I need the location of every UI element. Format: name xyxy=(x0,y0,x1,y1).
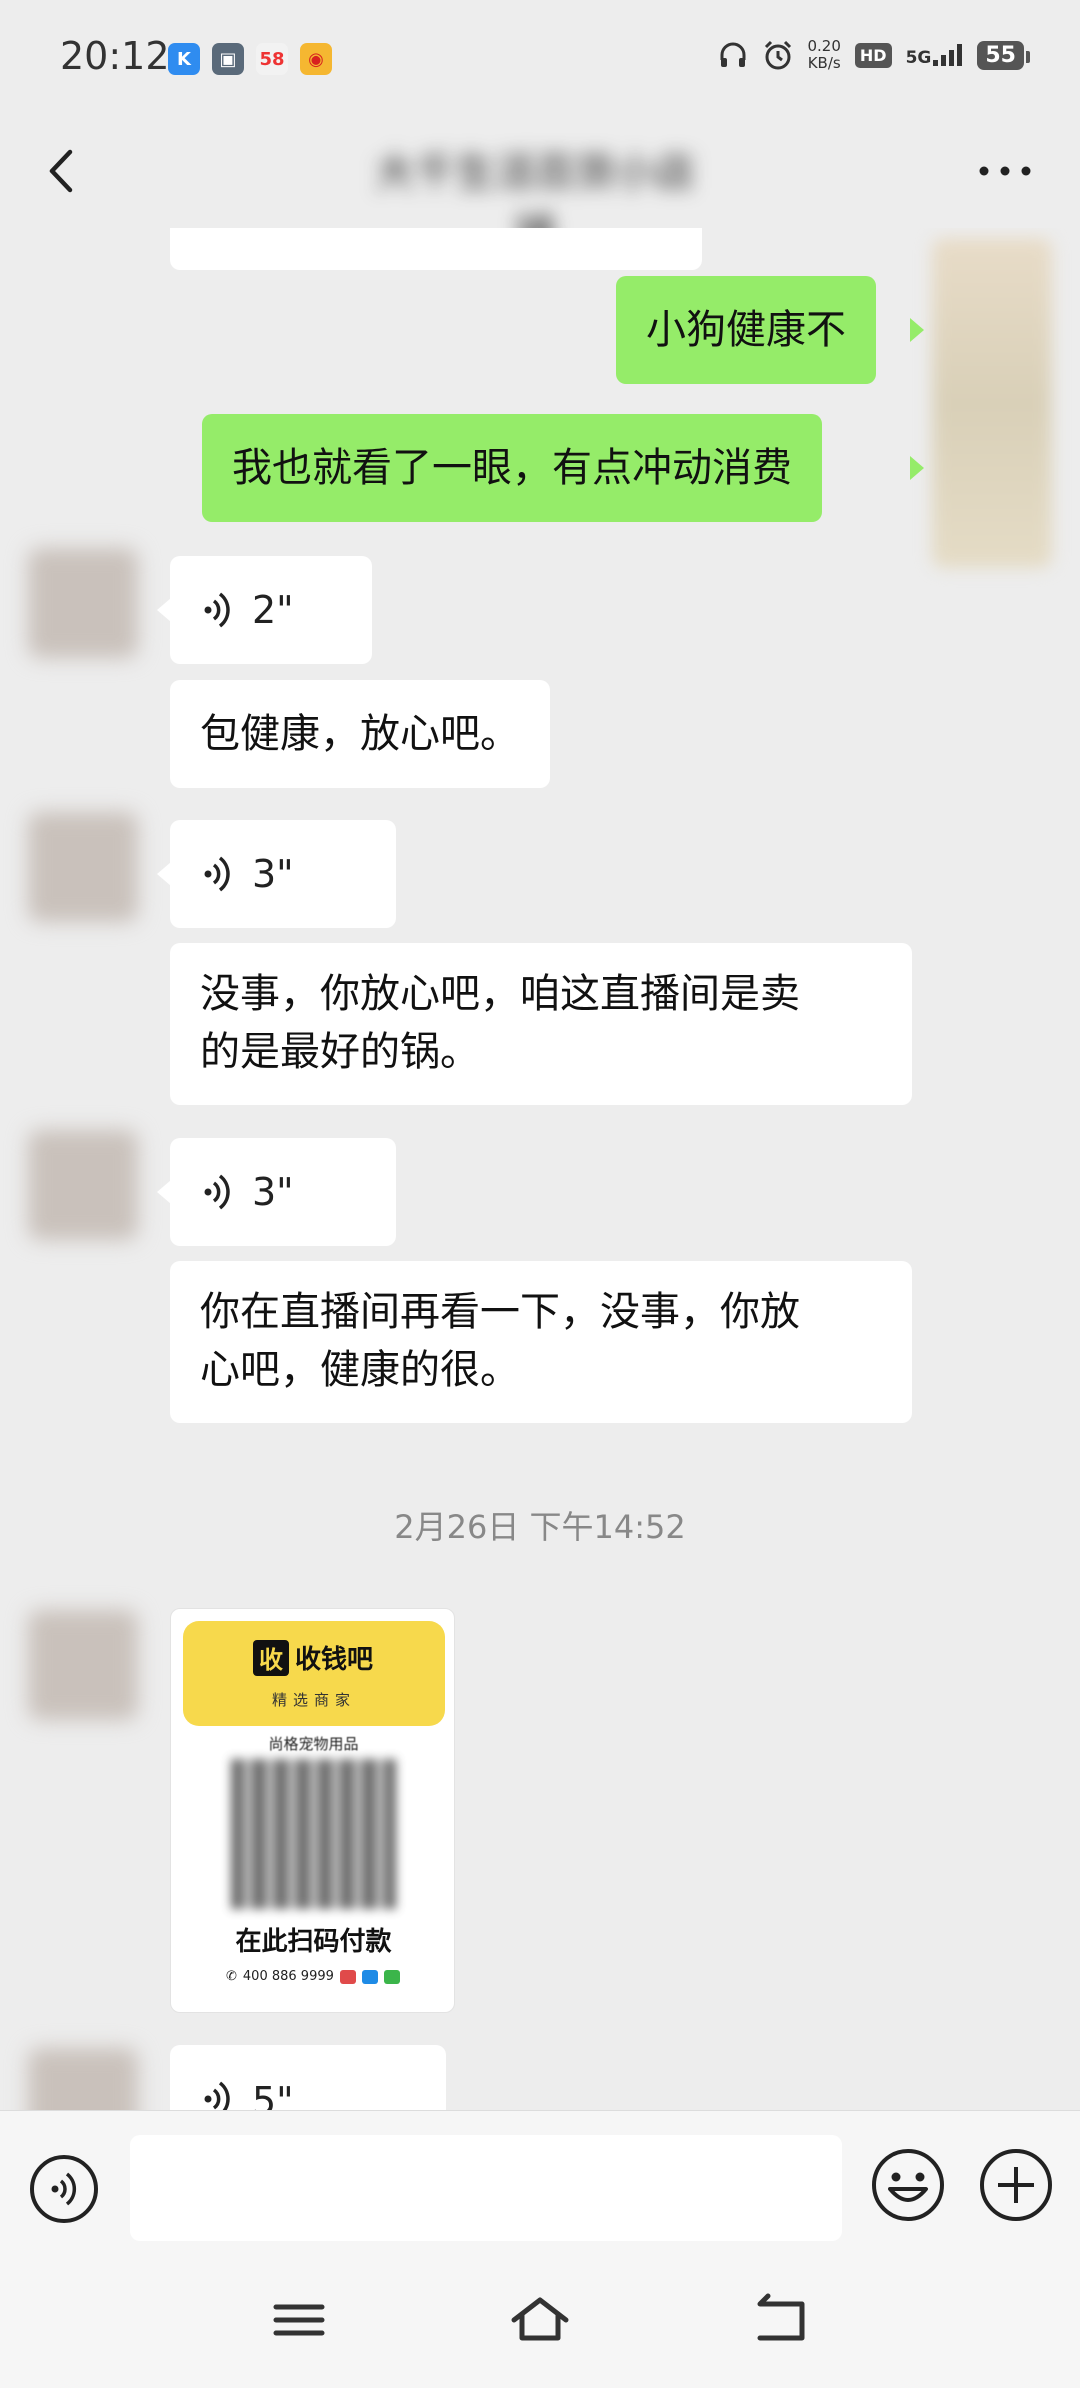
battery-indicator: 55 xyxy=(977,40,1030,70)
message-text-line: 没事，你放心吧，咱这直播间是卖 xyxy=(200,971,800,1017)
message-text: 我也就看了一眼，有点冲动消费 xyxy=(232,445,792,491)
menu-icon[interactable] xyxy=(264,2290,334,2350)
wechat-pay-icon xyxy=(383,1969,400,1984)
notification-icons: K ▣ 58 ◉ xyxy=(168,43,332,75)
voice-wave-icon xyxy=(204,856,230,892)
contact-avatar[interactable] xyxy=(28,1130,138,1240)
contact-avatar[interactable] xyxy=(28,2048,138,2110)
scan-to-pay-label: 在此扫码付款 xyxy=(235,1927,392,1957)
shouqianba-logo: 收 收钱吧 xyxy=(253,1639,373,1676)
voice-duration: 2" xyxy=(252,588,294,632)
voice-message[interactable]: 3" xyxy=(170,1138,396,1246)
network-speed: 0.20 KB/s xyxy=(807,37,841,72)
emoji-icon[interactable] xyxy=(870,2147,946,2223)
contact-avatar[interactable] xyxy=(28,1610,138,1720)
signal-bars-icon xyxy=(933,44,963,66)
alarm-icon xyxy=(764,40,791,70)
voice-duration: 5" xyxy=(252,2079,294,2110)
message-bubble-incoming[interactable]: 没事，你放心吧，咱这直播间是卖 的是最好的锅。 xyxy=(170,943,912,1105)
message-bubble-incoming[interactable]: 包健康，放心吧。 xyxy=(170,680,550,788)
status-bar: 20:12 K ▣ 58 ◉ 0.20 KB/s HD 5G 55 xyxy=(0,0,1080,118)
chat-title: 大千生活百货小店铺 xyxy=(375,150,695,256)
plus-icon[interactable] xyxy=(978,2147,1054,2223)
hd-badge: HD xyxy=(854,42,892,68)
voice-wave-icon xyxy=(204,592,230,628)
k-app-icon: K xyxy=(168,43,200,75)
logo-mark: 收 xyxy=(253,1639,289,1676)
message-input[interactable] xyxy=(130,2135,842,2241)
message-bubble-outgoing[interactable]: 小狗健康不 xyxy=(616,276,876,384)
message-text: 小狗健康不 xyxy=(646,307,846,353)
voice-input-icon[interactable] xyxy=(28,2153,100,2225)
voice-duration: 3" xyxy=(252,852,294,896)
voice-message[interactable]: 2" xyxy=(170,556,372,664)
status-time: 20:12 xyxy=(60,34,170,78)
signal-indicator: 5G xyxy=(906,44,964,67)
message-bubble-incoming[interactable]: 你在直播间再看一下，没事，你放 心吧，健康的很。 xyxy=(170,1261,912,1423)
status-indicators: 0.20 KB/s HD 5G 55 xyxy=(718,37,1030,72)
my-avatar[interactable] xyxy=(932,238,1052,568)
bubble-tail xyxy=(157,1180,171,1204)
message-timestamp: 2月26日 下午14:52 xyxy=(394,1508,686,1546)
message-text: 包健康，放心吧。 xyxy=(200,711,520,757)
back-icon[interactable] xyxy=(38,136,108,206)
bubble-tail xyxy=(157,862,171,886)
brand-name: 收钱吧 xyxy=(295,1645,374,1675)
phone-icon: ✆ xyxy=(226,1969,237,1984)
message-text-line: 的是最好的锅。 xyxy=(200,1029,480,1075)
store-name: 尚格宠物用品 xyxy=(268,1735,359,1753)
message-input-bar xyxy=(0,2110,1080,2260)
voice-message[interactable]: 3" xyxy=(170,820,396,928)
system-nav-bar xyxy=(0,2260,1080,2388)
qr-card-header: 收 收钱吧 精选商家 xyxy=(183,1621,445,1726)
message-text-line: 心吧，健康的很。 xyxy=(200,1347,520,1393)
bubble-tail xyxy=(910,318,924,342)
voice-wave-icon xyxy=(204,1174,230,1210)
brand-subtitle: 精选商家 xyxy=(271,1691,356,1709)
contact-avatar[interactable] xyxy=(28,548,138,658)
chat-message-list[interactable]: 小狗健康不 我也就看了一眼，有点冲动消费 2" 包健康，放心吧。 3" 没事，你… xyxy=(0,228,1080,2110)
unionpay-icon xyxy=(339,1969,356,1984)
home-icon[interactable] xyxy=(505,2290,575,2350)
voice-message[interactable]: 5" xyxy=(170,2045,446,2110)
hotline-number: 400 886 9999 xyxy=(242,1969,334,1984)
box-app-icon: ▣ xyxy=(212,43,244,75)
back-nav-icon[interactable] xyxy=(746,2290,816,2350)
58-app-icon: 58 xyxy=(256,43,288,75)
message-bubble-partial xyxy=(170,228,702,270)
voice-wave-icon xyxy=(204,2081,230,2110)
message-text-line: 你在直播间再看一下，没事，你放 xyxy=(200,1289,800,1335)
qr-code xyxy=(231,1759,396,1909)
voice-duration: 3" xyxy=(252,1170,294,1214)
weibo-icon: ◉ xyxy=(300,43,332,75)
bubble-tail xyxy=(157,598,171,622)
contact-avatar[interactable] xyxy=(28,812,138,922)
alipay-icon xyxy=(361,1969,378,1984)
message-bubble-outgoing[interactable]: 我也就看了一眼，有点冲动消费 xyxy=(202,414,822,522)
payment-qr-image[interactable]: 收 收钱吧 精选商家 尚格宠物用品 在此扫码付款 ✆ 400 886 9999 xyxy=(170,1608,455,2013)
more-options-icon[interactable] xyxy=(970,146,1040,196)
headphones-icon xyxy=(720,42,745,67)
card-footer: ✆ 400 886 9999 xyxy=(226,1969,400,1984)
chat-header: 大千生活百货小店铺 xyxy=(0,118,1080,256)
bubble-tail xyxy=(910,456,924,480)
